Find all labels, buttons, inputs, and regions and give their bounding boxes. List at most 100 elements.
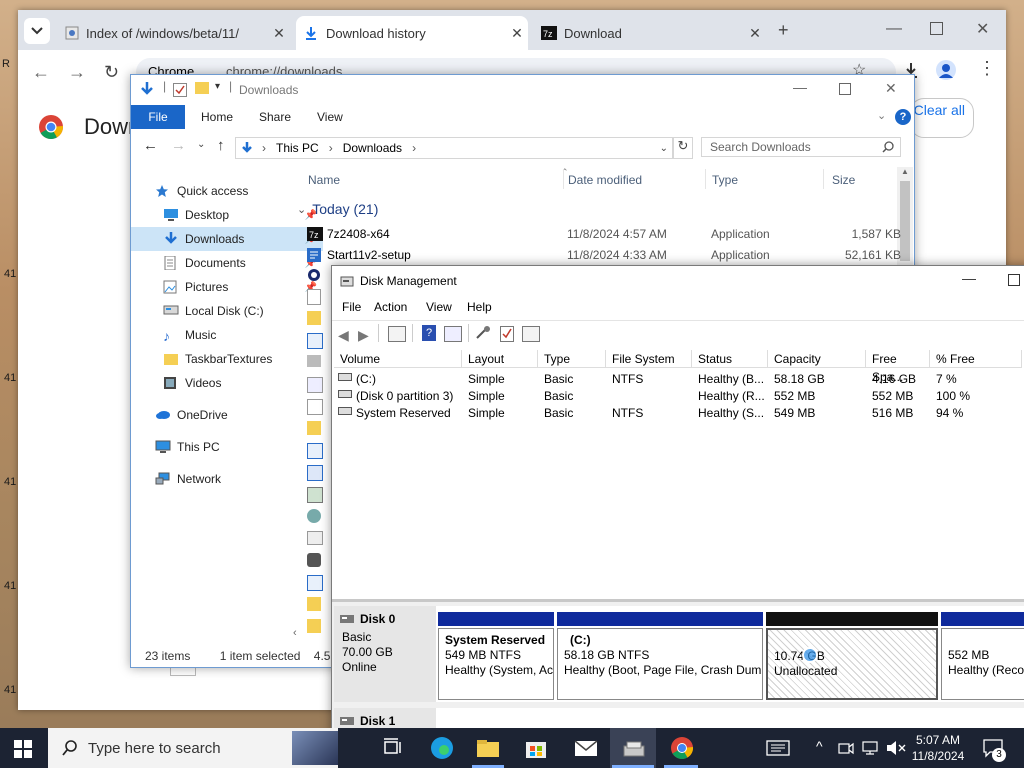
tab-index-windows-beta[interactable]: Index of /windows/beta/11/ ✕ [58,16,290,50]
column-name[interactable]: Name [308,173,340,187]
menu-action[interactable]: Action [374,300,407,314]
nav-videos[interactable]: Videos [131,371,323,395]
file-row[interactable]: Start11v2-setup 11/8/2024 4:33 AM Applic… [307,244,907,265]
tab-download[interactable]: 7z Download ✕ [534,16,766,50]
volume-row[interactable]: System Reserved Simple Basic NTFS Health… [332,404,1024,421]
task-view-icon[interactable] [378,734,406,762]
store-icon[interactable] [522,734,550,762]
forward-button[interactable]: → [171,137,186,154]
column-file-system[interactable]: File System [606,350,692,368]
partition-c[interactable]: (C:) 58.18 GB NTFS Healthy (Boot, Page F… [557,628,763,700]
column-free-space[interactable]: Free Spa... [866,350,930,384]
nav-network[interactable]: Network [131,467,315,491]
help-icon[interactable]: ? [422,325,436,341]
nav-taskbar-textures[interactable]: TaskbarTextures [131,347,323,371]
nav-music[interactable]: ♪ Music [131,323,323,347]
tab-search-button[interactable] [24,18,50,44]
nav-pictures[interactable]: Pictures 📌 [131,275,323,299]
column-layout[interactable]: Layout [462,350,538,368]
help-icon[interactable]: ? [895,109,911,125]
new-folder-icon[interactable] [195,82,209,94]
properties-icon[interactable] [173,83,187,97]
maximize-button[interactable] [839,83,851,95]
tab-download-history[interactable]: Download history ✕ [296,16,528,50]
close-window-button[interactable]: ✕ [885,80,897,97]
check-icon[interactable] [500,326,514,342]
camera-icon[interactable] [838,741,854,755]
group-today[interactable]: ⌄ Today (21) [297,201,378,217]
mail-icon[interactable] [572,734,600,762]
minimize-button[interactable]: — [886,20,902,38]
disk-0-label[interactable]: Disk 0 Basic 70.00 GB Online [334,606,436,702]
forward-arrow-icon[interactable]: ▶ [358,327,369,344]
volume-muted-icon[interactable] [886,740,906,756]
column-status[interactable]: Status [692,350,768,368]
close-tab-icon[interactable]: ✕ [506,25,528,42]
qat-dropdown-icon[interactable]: ▾ [215,81,220,92]
menu-help[interactable]: Help [467,300,492,314]
nav-downloads[interactable]: Downloads📌 [131,227,323,251]
column-capacity[interactable]: Capacity [768,350,866,368]
nav-onedrive[interactable]: OneDrive [131,403,315,427]
console-tree-icon[interactable] [388,326,406,342]
back-button[interactable]: ← [143,137,158,154]
tablet-icon[interactable] [766,740,790,756]
edge-browser-icon[interactable] [428,734,456,762]
file-row[interactable]: 7z 7z2408-x64 11/8/2024 4:57 AM Applicat… [307,223,907,244]
scroll-up-icon[interactable]: ▲ [901,167,909,176]
close-window-button[interactable]: ✕ [976,19,989,39]
maximize-button[interactable] [930,22,943,35]
partition-unallocated[interactable]: 10.74 GB Unallocated [766,628,938,700]
profile-avatar[interactable] [936,60,956,80]
connect-icon[interactable] [476,326,492,340]
ribbon-tab-home[interactable]: Home [201,105,233,129]
menu-file[interactable]: File [342,300,361,314]
minimize-button[interactable]: — [962,270,976,286]
network-tray-icon[interactable] [862,741,878,755]
breadcrumb-downloads[interactable]: Downloads [343,141,402,155]
settings-list-icon[interactable] [522,326,540,342]
clock[interactable]: 5:07 AM 11/8/2024 [910,732,966,764]
disk-management-taskbar-icon[interactable] [620,734,648,762]
kebab-menu-icon[interactable]: ⋮ [978,58,996,79]
partition-system-reserved[interactable]: System Reserved 549 MB NTFS Healthy (Sys… [438,628,554,700]
taskbar-search-box[interactable]: Type here to search [48,728,338,768]
column-date-modified[interactable]: Date modified [568,173,642,187]
column-type[interactable]: Type [538,350,606,368]
nav-documents[interactable]: Documents 📌 [131,251,323,275]
properties-icon[interactable] [444,326,462,342]
address-dropdown-icon[interactable]: ⌄ [660,143,668,154]
reload-button[interactable]: ↻ [104,62,119,83]
nav-this-pc[interactable]: This PC [131,435,315,459]
nav-local-disk[interactable]: Local Disk (C:) [131,299,323,323]
chrome-taskbar-icon[interactable] [668,734,696,762]
volume-row[interactable]: (Disk 0 partition 3) Simple Basic Health… [332,387,1024,404]
search-downloads-input[interactable]: Search Downloads [701,137,901,157]
nav-quick-access[interactable]: Quick access [131,179,315,203]
scroll-left-icon[interactable]: ‹ [293,627,297,639]
volume-row[interactable]: (C:) Simple Basic NTFS Healthy (B... 58.… [332,370,1024,387]
clear-all-button[interactable]: Clear all [910,98,974,138]
recent-locations-icon[interactable]: ⌄ [197,139,205,150]
menu-view[interactable]: View [426,300,452,314]
partition-recovery[interactable]: 552 MB Healthy (Reco [941,628,1024,700]
column-percent-free[interactable]: % Free [930,350,1022,368]
column-size[interactable]: Size [832,173,855,187]
group-collapse-icon[interactable]: ⌄ [297,203,306,216]
show-hidden-icons[interactable]: ^ [816,738,823,754]
windows-start-icon[interactable] [14,740,32,758]
back-arrow-icon[interactable]: ◀ [338,327,349,344]
back-button[interactable]: ← [32,62,50,83]
minimize-button[interactable]: — [793,79,807,95]
close-tab-icon[interactable]: ✕ [268,25,290,42]
ribbon-tab-view[interactable]: View [317,105,343,129]
new-tab-button[interactable]: + [778,20,789,41]
forward-button[interactable]: → [68,62,86,83]
file-explorer-taskbar-icon[interactable] [474,734,502,762]
close-tab-icon[interactable]: ✕ [744,25,766,42]
address-bar[interactable]: › This PC › Downloads › ⌄ [235,137,673,159]
ribbon-tab-file[interactable]: File [131,105,185,129]
ribbon-expand-icon[interactable]: ⌄ [877,109,886,122]
ribbon-tab-share[interactable]: Share [259,105,291,129]
refresh-button[interactable]: ↻ [673,137,693,159]
